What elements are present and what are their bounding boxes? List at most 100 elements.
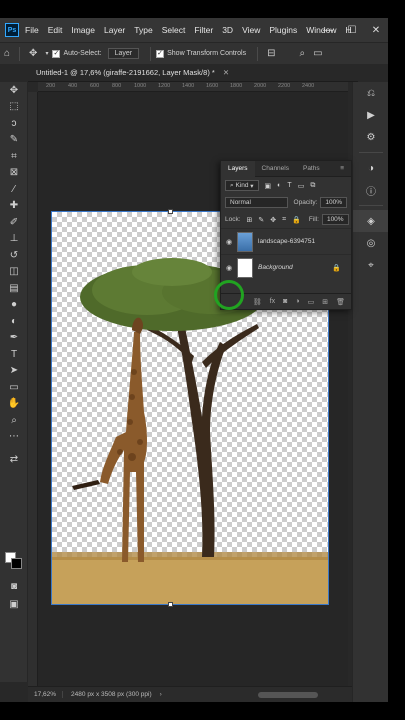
search-icon[interactable]: ⌕	[299, 48, 305, 59]
lock-row: Lock: ⊞ ✎ ✥ ⌗ 🔒 Fill: 100%	[221, 211, 351, 228]
ruler-tick: 600	[90, 83, 100, 89]
fill-input[interactable]: 100%	[321, 214, 349, 225]
blur-tool-icon[interactable]: ●	[0, 297, 28, 314]
menu-type[interactable]: Type	[134, 25, 152, 35]
channels-icon[interactable]: ◎	[353, 232, 388, 254]
menu-edit[interactable]: Edit	[48, 25, 63, 35]
horizontal-ruler: 200 400 600 800 1000 1200 1400 1600 1800…	[38, 82, 348, 92]
lasso-tool-icon[interactable]: ↄ	[0, 115, 28, 132]
lock-pixels-icon[interactable]: ⊞	[247, 216, 253, 224]
menu-view[interactable]: View	[242, 25, 260, 35]
close-tab-icon[interactable]: ✕	[223, 68, 229, 77]
quick-select-tool-icon[interactable]: ✎	[0, 132, 28, 149]
tab-channels[interactable]: Channels	[255, 161, 296, 177]
screen-mode-icon[interactable]: ▣	[0, 596, 28, 613]
show-transform-checkbox[interactable]	[156, 49, 165, 58]
dodge-tool-icon[interactable]: ◐	[0, 313, 28, 330]
pen-tool-icon[interactable]: ✒	[0, 330, 28, 347]
adjustment-filter-icon[interactable]: ◐	[277, 182, 281, 189]
paths-icon[interactable]: ⌖	[353, 254, 388, 276]
path-select-icon[interactable]: ➤	[0, 363, 28, 380]
opacity-input[interactable]: 100%	[320, 197, 347, 208]
menu-3d[interactable]: 3D	[222, 25, 233, 35]
adjustment-layer-icon[interactable]: ◑	[295, 298, 299, 305]
link-layers-icon[interactable]: ⛓	[253, 298, 262, 306]
layer-row[interactable]: ◉ Background 🔒	[221, 254, 351, 280]
transform-handle[interactable]	[168, 209, 173, 214]
menu-plugins[interactable]: Plugins	[269, 25, 297, 35]
new-group-icon[interactable]: ▭	[308, 298, 315, 306]
new-layer-icon[interactable]: ⊞	[322, 298, 328, 306]
blend-mode-dropdown[interactable]: Normal	[225, 197, 288, 208]
tab-paths[interactable]: Paths	[296, 161, 327, 177]
stamp-tool-icon[interactable]: ⊥	[0, 231, 28, 248]
crop-tool-icon[interactable]: ⌗	[0, 148, 28, 165]
history-icon[interactable]: ⎌	[353, 82, 388, 104]
menu-filter[interactable]: Filter	[194, 25, 213, 35]
history-brush-icon[interactable]: ↺	[0, 247, 28, 264]
menu-file[interactable]: File	[25, 25, 39, 35]
info-icon[interactable]: ⓘ	[353, 179, 388, 201]
visibility-icon[interactable]: ◉	[221, 264, 237, 272]
layer-row[interactable]: ◉ landscape-6394751	[221, 228, 351, 254]
filter-row: ⌕ Kind ▾ ▣ ◐ T ▭ ⧉	[221, 177, 351, 194]
shape-filter-icon[interactable]: ▭	[298, 182, 305, 190]
auto-select-dropdown[interactable]: Layer	[107, 48, 140, 59]
close-button[interactable]: ✕	[364, 25, 388, 36]
home-icon[interactable]: ⌂	[4, 48, 10, 59]
blend-mode-value: Normal	[230, 199, 251, 206]
fx-icon[interactable]: fx	[270, 298, 275, 305]
menu-layer[interactable]: Layer	[104, 25, 125, 35]
type-tool-icon[interactable]: T	[0, 346, 28, 363]
more-tools-icon[interactable]: ⋯	[0, 429, 28, 446]
panel-menu-icon[interactable]: ≡	[333, 161, 351, 177]
background-color-swatch[interactable]	[11, 558, 22, 569]
move-tool-icon[interactable]: ✥	[0, 82, 28, 99]
lock-artboard-icon[interactable]: ⌗	[282, 216, 286, 224]
eyedropper-tool-icon[interactable]: ⁄	[0, 181, 28, 198]
menu-select[interactable]: Select	[162, 25, 186, 35]
status-bar: 17,62% 2480 px x 3508 px (300 ppi) ›	[28, 686, 352, 702]
document-info[interactable]: 2480 px x 3508 px (300 ppi)	[63, 691, 160, 698]
lock-all-icon[interactable]: 🔒	[292, 216, 301, 224]
hand-tool-icon[interactable]: ✋	[0, 396, 28, 413]
lock-paint-icon[interactable]: ✎	[258, 216, 264, 224]
horizontal-scrollbar[interactable]	[258, 692, 318, 698]
adjustments-icon[interactable]: ◑	[353, 157, 388, 179]
image-filter-icon[interactable]: ▣	[265, 182, 272, 190]
chevron-down-icon[interactable]: ▾	[45, 50, 48, 57]
move-tool-icon[interactable]: ✥	[29, 48, 37, 59]
minimize-button[interactable]: —	[316, 25, 340, 36]
tab-layers[interactable]: Layers	[221, 160, 255, 177]
add-mask-icon[interactable]: ◙	[283, 298, 287, 305]
visibility-icon[interactable]: ◉	[221, 238, 237, 246]
maximize-button[interactable]: ☐	[340, 25, 364, 36]
swap-colors-icon[interactable]: ⇄	[0, 451, 28, 468]
workspace-icon[interactable]: ▭	[313, 48, 322, 59]
zoom-level[interactable]: 17,62%	[28, 691, 64, 698]
vertical-ruler	[28, 92, 38, 692]
menu-image[interactable]: Image	[71, 25, 95, 35]
lock-position-icon[interactable]: ✥	[270, 216, 276, 224]
auto-select-checkbox[interactable]	[52, 49, 61, 58]
shape-tool-icon[interactable]: ▭	[0, 379, 28, 396]
healing-brush-icon[interactable]: ✚	[0, 198, 28, 215]
brush-tool-icon[interactable]: ✐	[0, 214, 28, 231]
actions-icon[interactable]: ▶	[353, 104, 388, 126]
gradient-tool-icon[interactable]: ▤	[0, 280, 28, 297]
marquee-tool-icon[interactable]: ⬚	[0, 99, 28, 116]
layers-icon[interactable]: ◈	[353, 210, 388, 232]
document-tab[interactable]: Untitled-1 @ 17,6% (giraffe-2191662, Lay…	[28, 64, 358, 82]
align-icon[interactable]: ⊟	[267, 48, 275, 59]
properties-icon[interactable]: ⚙	[353, 126, 388, 148]
quick-mask-icon[interactable]: ◙	[0, 578, 28, 595]
type-filter-icon[interactable]: T	[287, 182, 291, 189]
eraser-tool-icon[interactable]: ◫	[0, 264, 28, 281]
frame-tool-icon[interactable]: ⊠	[0, 165, 28, 182]
zoom-tool-icon[interactable]: ⌕	[0, 412, 28, 429]
delete-layer-icon[interactable]: 🗑	[336, 298, 345, 306]
kind-filter-dropdown[interactable]: ⌕ Kind ▾	[225, 180, 259, 191]
transform-handle[interactable]	[168, 602, 173, 607]
chevron-right-icon[interactable]: ›	[160, 691, 162, 698]
smart-filter-icon[interactable]: ⧉	[310, 182, 315, 190]
